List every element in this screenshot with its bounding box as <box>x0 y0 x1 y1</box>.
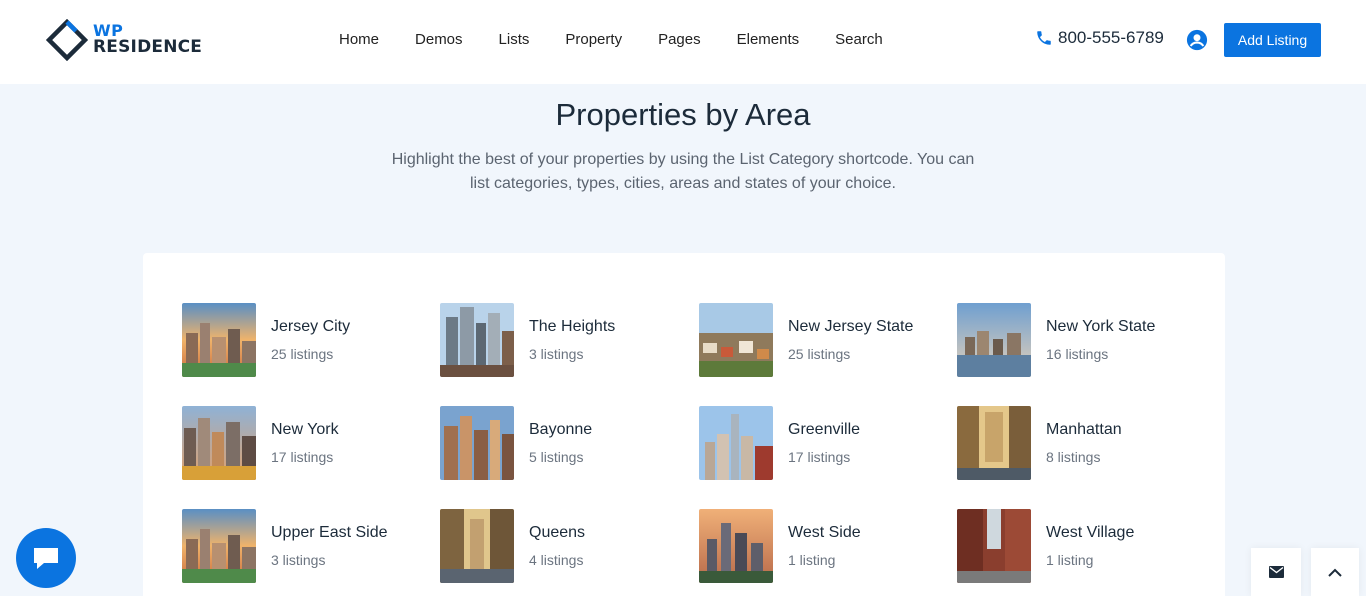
logo-text: WP RESIDENCE <box>93 22 202 56</box>
area-name: Manhattan <box>1046 421 1122 438</box>
area-item-bayonne[interactable]: Bayonne 5 listings <box>440 406 690 482</box>
section-description-line-2: list categories, types, cities, areas an… <box>470 175 896 192</box>
area-item-new-jersey-state[interactable]: New Jersey State 25 listings <box>699 303 949 379</box>
site-logo[interactable]: WP RESIDENCE <box>46 19 202 61</box>
area-item-queens[interactable]: Queens 4 listings <box>440 509 690 585</box>
phone-link[interactable]: 800-555-6789 <box>1035 28 1164 48</box>
area-name: New York <box>271 421 339 438</box>
area-name: Upper East Side <box>271 524 388 541</box>
area-listing-count: 25 listings <box>788 346 851 362</box>
area-item-manhattan[interactable]: Manhattan 8 listings <box>957 406 1207 482</box>
mail-icon <box>1268 566 1284 578</box>
area-listing-count: 8 listings <box>1046 449 1101 465</box>
chat-button[interactable] <box>16 528 76 588</box>
area-thumbnail <box>957 406 1031 480</box>
area-item-the-heights[interactable]: The Heights 3 listings <box>440 303 690 379</box>
area-thumbnail <box>699 303 773 377</box>
area-thumbnail <box>440 509 514 583</box>
area-thumbnail <box>957 509 1031 583</box>
area-thumbnail <box>440 303 514 377</box>
area-item-upper-east-side[interactable]: Upper East Side 3 listings <box>182 509 432 585</box>
nav-item-property[interactable]: Property <box>547 30 640 50</box>
area-name: New York State <box>1046 318 1156 335</box>
section-description: Highlight the best of your properties by… <box>383 148 983 196</box>
contact-mail-button[interactable] <box>1251 548 1301 596</box>
area-name: Jersey City <box>271 318 351 335</box>
nav-item-lists[interactable]: Lists <box>481 30 548 50</box>
area-listing-count: 5 listings <box>529 449 584 465</box>
area-listing-count: 3 listings <box>529 346 584 362</box>
phone-icon <box>1037 31 1051 45</box>
main-nav: Home Demos Lists Property Pages Elements… <box>321 30 901 50</box>
logo-diamond-icon <box>46 19 88 61</box>
site-header: WP RESIDENCE Home Demos Lists Property P… <box>0 0 1366 84</box>
area-listing-count: 17 listings <box>788 449 851 465</box>
section-description-line-1: Highlight the best of your properties by… <box>391 151 975 168</box>
area-name: The Heights <box>529 318 616 335</box>
back-to-top-button[interactable] <box>1311 548 1359 596</box>
area-thumbnail <box>440 406 514 480</box>
area-item-jersey-city[interactable]: Jersey City 25 listings <box>182 303 432 379</box>
area-item-greenville[interactable]: Greenville 17 listings <box>699 406 949 482</box>
area-item-new-york-state[interactable]: New York State 16 listings <box>957 303 1207 379</box>
area-thumbnail <box>182 406 256 480</box>
areas-card: Jersey City 25 listings The Heights 3 li… <box>143 253 1225 596</box>
logo-residence: RESIDENCE <box>93 37 203 57</box>
area-listing-count: 4 listings <box>529 552 584 568</box>
user-icon[interactable] <box>1186 29 1208 51</box>
phone-number: 800-555-6789 <box>1058 28 1164 47</box>
add-listing-button[interactable]: Add Listing <box>1224 23 1321 57</box>
area-name: West Village <box>1046 524 1135 541</box>
section-title: Properties by Area <box>555 97 811 132</box>
area-item-west-side[interactable]: West Side 1 listing <box>699 509 949 585</box>
area-name: Bayonne <box>529 421 593 438</box>
nav-item-demos[interactable]: Demos <box>397 30 481 50</box>
area-thumbnail <box>182 303 256 377</box>
area-name: New Jersey State <box>788 318 914 335</box>
area-listing-count: 16 listings <box>1046 346 1109 362</box>
nav-item-elements[interactable]: Elements <box>719 30 818 50</box>
nav-item-search[interactable]: Search <box>817 30 901 50</box>
area-listing-count: 25 listings <box>271 346 334 362</box>
area-thumbnail <box>957 303 1031 377</box>
area-listing-count: 1 listing <box>1046 552 1094 568</box>
area-name: Greenville <box>788 421 861 438</box>
area-thumbnail <box>182 509 256 583</box>
area-item-new-york[interactable]: New York 17 listings <box>182 406 432 482</box>
area-thumbnail <box>699 406 773 480</box>
chat-icon <box>34 548 58 569</box>
area-listing-count: 1 listing <box>788 552 836 568</box>
area-listing-count: 3 listings <box>271 552 326 568</box>
area-item-west-village[interactable]: West Village 1 listing <box>957 509 1207 585</box>
area-listing-count: 17 listings <box>271 449 334 465</box>
area-thumbnail <box>699 509 773 583</box>
chevron-up-icon <box>1328 568 1342 577</box>
nav-item-pages[interactable]: Pages <box>640 30 719 50</box>
area-name: West Side <box>788 524 861 541</box>
nav-item-home[interactable]: Home <box>321 30 397 50</box>
area-name: Queens <box>529 524 586 541</box>
